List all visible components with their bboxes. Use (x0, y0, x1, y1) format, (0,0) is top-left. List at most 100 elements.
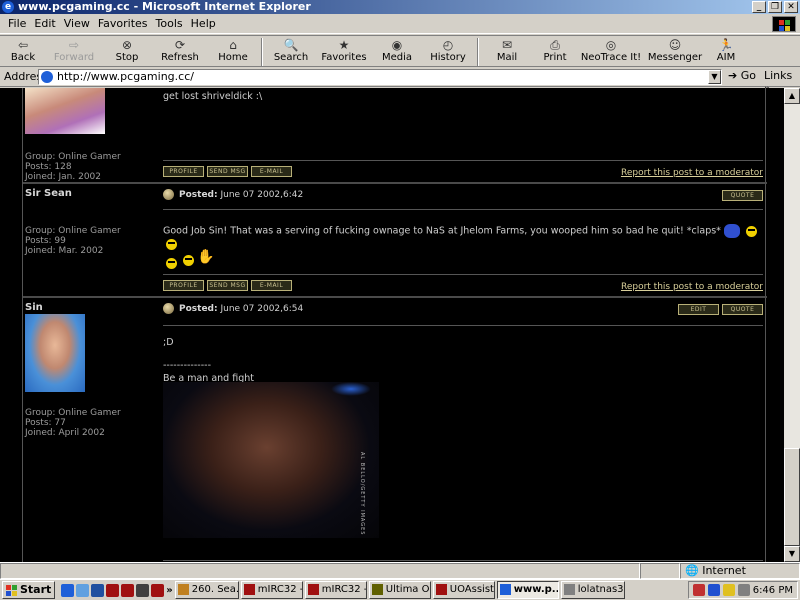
quicklaunch-outlook-icon[interactable] (76, 583, 90, 597)
post-text: ;D (163, 337, 174, 348)
messenger-label: Messenger (647, 52, 703, 63)
favorites-button[interactable]: ★ Favorites (316, 36, 372, 66)
forward-button[interactable]: ⇨ Forward (46, 36, 102, 66)
window-controls: _ ❐ ✕ (752, 1, 798, 13)
profile-button[interactable]: PROFILE (163, 166, 204, 177)
taskbar-task[interactable]: mIRC32 - ... (240, 581, 303, 599)
post-author[interactable]: Sin (25, 302, 43, 313)
close-button[interactable]: ✕ (784, 1, 798, 13)
report-link[interactable]: Report this post to a moderator (621, 282, 763, 292)
post-author[interactable]: Sir Sean (25, 188, 72, 199)
email-button[interactable]: E-MAIL (251, 280, 292, 291)
profile-button[interactable]: PROFILE (163, 280, 204, 291)
taskbar-task[interactable]: mIRC32 - ... (304, 581, 367, 599)
cool-smiley-icon (166, 239, 177, 250)
neotrace-button[interactable]: ◎ NeoTrace It! (578, 36, 644, 66)
quote-button[interactable]: QUOTE (722, 190, 763, 201)
scroll-up-button[interactable]: ▲ (784, 88, 800, 104)
neotrace-icon: ◎ (605, 38, 617, 52)
history-icon: ◴ (442, 38, 454, 52)
windows-throbber-icon (772, 16, 796, 32)
user-group: Group: Online Gamer (25, 226, 121, 236)
signature-photo: AL BELLO/GETTY IMAGES (163, 382, 379, 538)
start-button[interactable]: Start (2, 581, 56, 599)
post-text: Good Job Sin! That was a serving of fuck… (163, 225, 721, 237)
scroll-down-button[interactable]: ▼ (784, 546, 800, 562)
status-zone: 🌐 Internet (680, 563, 800, 579)
back-button[interactable]: ⇦ Back (0, 36, 46, 66)
menu-file[interactable]: File (4, 14, 30, 33)
forum-post: Sin Group: Online Gamer Posts: 77 Joined… (23, 298, 767, 562)
post-body: get lost shriveldick :\ (163, 91, 263, 102)
print-button[interactable]: ⎙ Print (532, 36, 578, 66)
user-meta: Group: Online Gamer Posts: 99 Joined: Ma… (25, 226, 121, 256)
quicklaunch-mirc-icon[interactable] (121, 583, 135, 597)
messenger-button[interactable]: ☺ Messenger (644, 36, 706, 66)
user-avatar (25, 314, 85, 392)
back-arrow-icon: ⇦ (17, 38, 29, 52)
quicklaunch-app-icon[interactable] (136, 583, 150, 597)
menu-view[interactable]: View (60, 14, 94, 33)
tray-app-icon[interactable] (692, 584, 705, 596)
quicklaunch-desktop-icon[interactable] (91, 583, 105, 597)
standard-toolbar: ⇦ Back ⇨ Forward ⊗ Stop ⟳ Refresh ⌂ Home… (0, 35, 800, 67)
neotrace-label: NeoTrace It! (580, 52, 642, 63)
favorites-label: Favorites (321, 52, 367, 63)
links-label: Links (764, 69, 793, 82)
page-viewport[interactable]: Group: Online Gamer Posts: 128 Joined: J… (0, 88, 784, 562)
menu-help[interactable]: Help (187, 14, 220, 33)
stop-button[interactable]: ⊗ Stop (102, 36, 152, 66)
menu-bar: File Edit View Favorites Tools Help (0, 14, 800, 34)
tray-network-icon[interactable] (707, 584, 720, 596)
search-button[interactable]: 🔍 Search (266, 36, 316, 66)
taskbar-task[interactable]: 260. Sea... (174, 581, 239, 599)
user-post-count: Posts: 128 (25, 162, 72, 172)
menu-tools[interactable]: Tools (152, 14, 187, 33)
menu-favorites[interactable]: Favorites (94, 14, 152, 33)
quicklaunch-app-icon[interactable] (151, 583, 165, 597)
quicklaunch-overflow-icon[interactable]: » (166, 585, 172, 596)
vertical-scrollbar[interactable]: ▲ ▼ (784, 88, 800, 562)
history-button[interactable]: ◴ History (422, 36, 474, 66)
window-title-bar[interactable]: e www.pcgaming.cc - Microsoft Internet E… (0, 0, 800, 14)
report-link[interactable]: Report this post to a moderator (621, 168, 763, 178)
taskbar-task[interactable]: Ultima On... (368, 581, 431, 599)
aim-button[interactable]: 🏃 AIM (706, 36, 746, 66)
restore-button[interactable]: ❐ (768, 1, 782, 13)
post-status-icon (163, 303, 174, 314)
quicklaunch-ie-icon[interactable] (61, 583, 75, 597)
quicklaunch-mirc-icon[interactable] (106, 583, 120, 597)
print-label: Print (543, 52, 567, 63)
tray-app-icon[interactable] (722, 584, 735, 596)
address-dropdown-button[interactable]: ▼ (708, 70, 721, 84)
send-msg-button[interactable]: SEND MSG (207, 280, 248, 291)
address-input[interactable]: http://www.pcgaming.cc/ (38, 69, 722, 85)
address-bar: Address http://www.pcgaming.cc/ ▼ ➔ Go L… (0, 67, 800, 95)
cool-smiley-icon (166, 257, 177, 269)
send-msg-button[interactable]: SEND MSG (207, 166, 248, 177)
minimize-button[interactable]: _ (752, 1, 766, 13)
search-label: Search (273, 52, 309, 63)
start-label: Start (20, 583, 52, 596)
scroll-thumb[interactable] (784, 448, 800, 546)
user-post-count: Posts: 99 (25, 236, 66, 246)
go-button[interactable]: ➔ Go (728, 69, 756, 82)
mail-button[interactable]: ✉ Mail (482, 36, 532, 66)
tray-clock[interactable]: 6:46 PM (753, 585, 793, 596)
forward-label: Forward (53, 52, 95, 63)
home-button[interactable]: ⌂ Home (208, 36, 258, 66)
menu-edit[interactable]: Edit (30, 14, 59, 33)
refresh-button[interactable]: ⟳ Refresh (152, 36, 208, 66)
media-button[interactable]: ◉ Media (372, 36, 422, 66)
taskbar-task[interactable]: lolatnas3 ... (560, 581, 625, 599)
taskbar-task-active[interactable]: www.p... (496, 581, 559, 599)
tray-volume-icon[interactable] (737, 584, 750, 596)
email-button[interactable]: E-MAIL (251, 166, 292, 177)
taskbar-task[interactable]: UOAssist ... (432, 581, 495, 599)
post-body: Good Job Sin! That was a serving of fuck… (163, 224, 763, 269)
windows-flag-icon (6, 584, 18, 596)
messenger-icon: ☺ (668, 38, 682, 52)
edit-button[interactable]: EDIT (678, 304, 719, 315)
toolbar-separator (261, 38, 263, 66)
quote-button[interactable]: QUOTE (722, 304, 763, 315)
